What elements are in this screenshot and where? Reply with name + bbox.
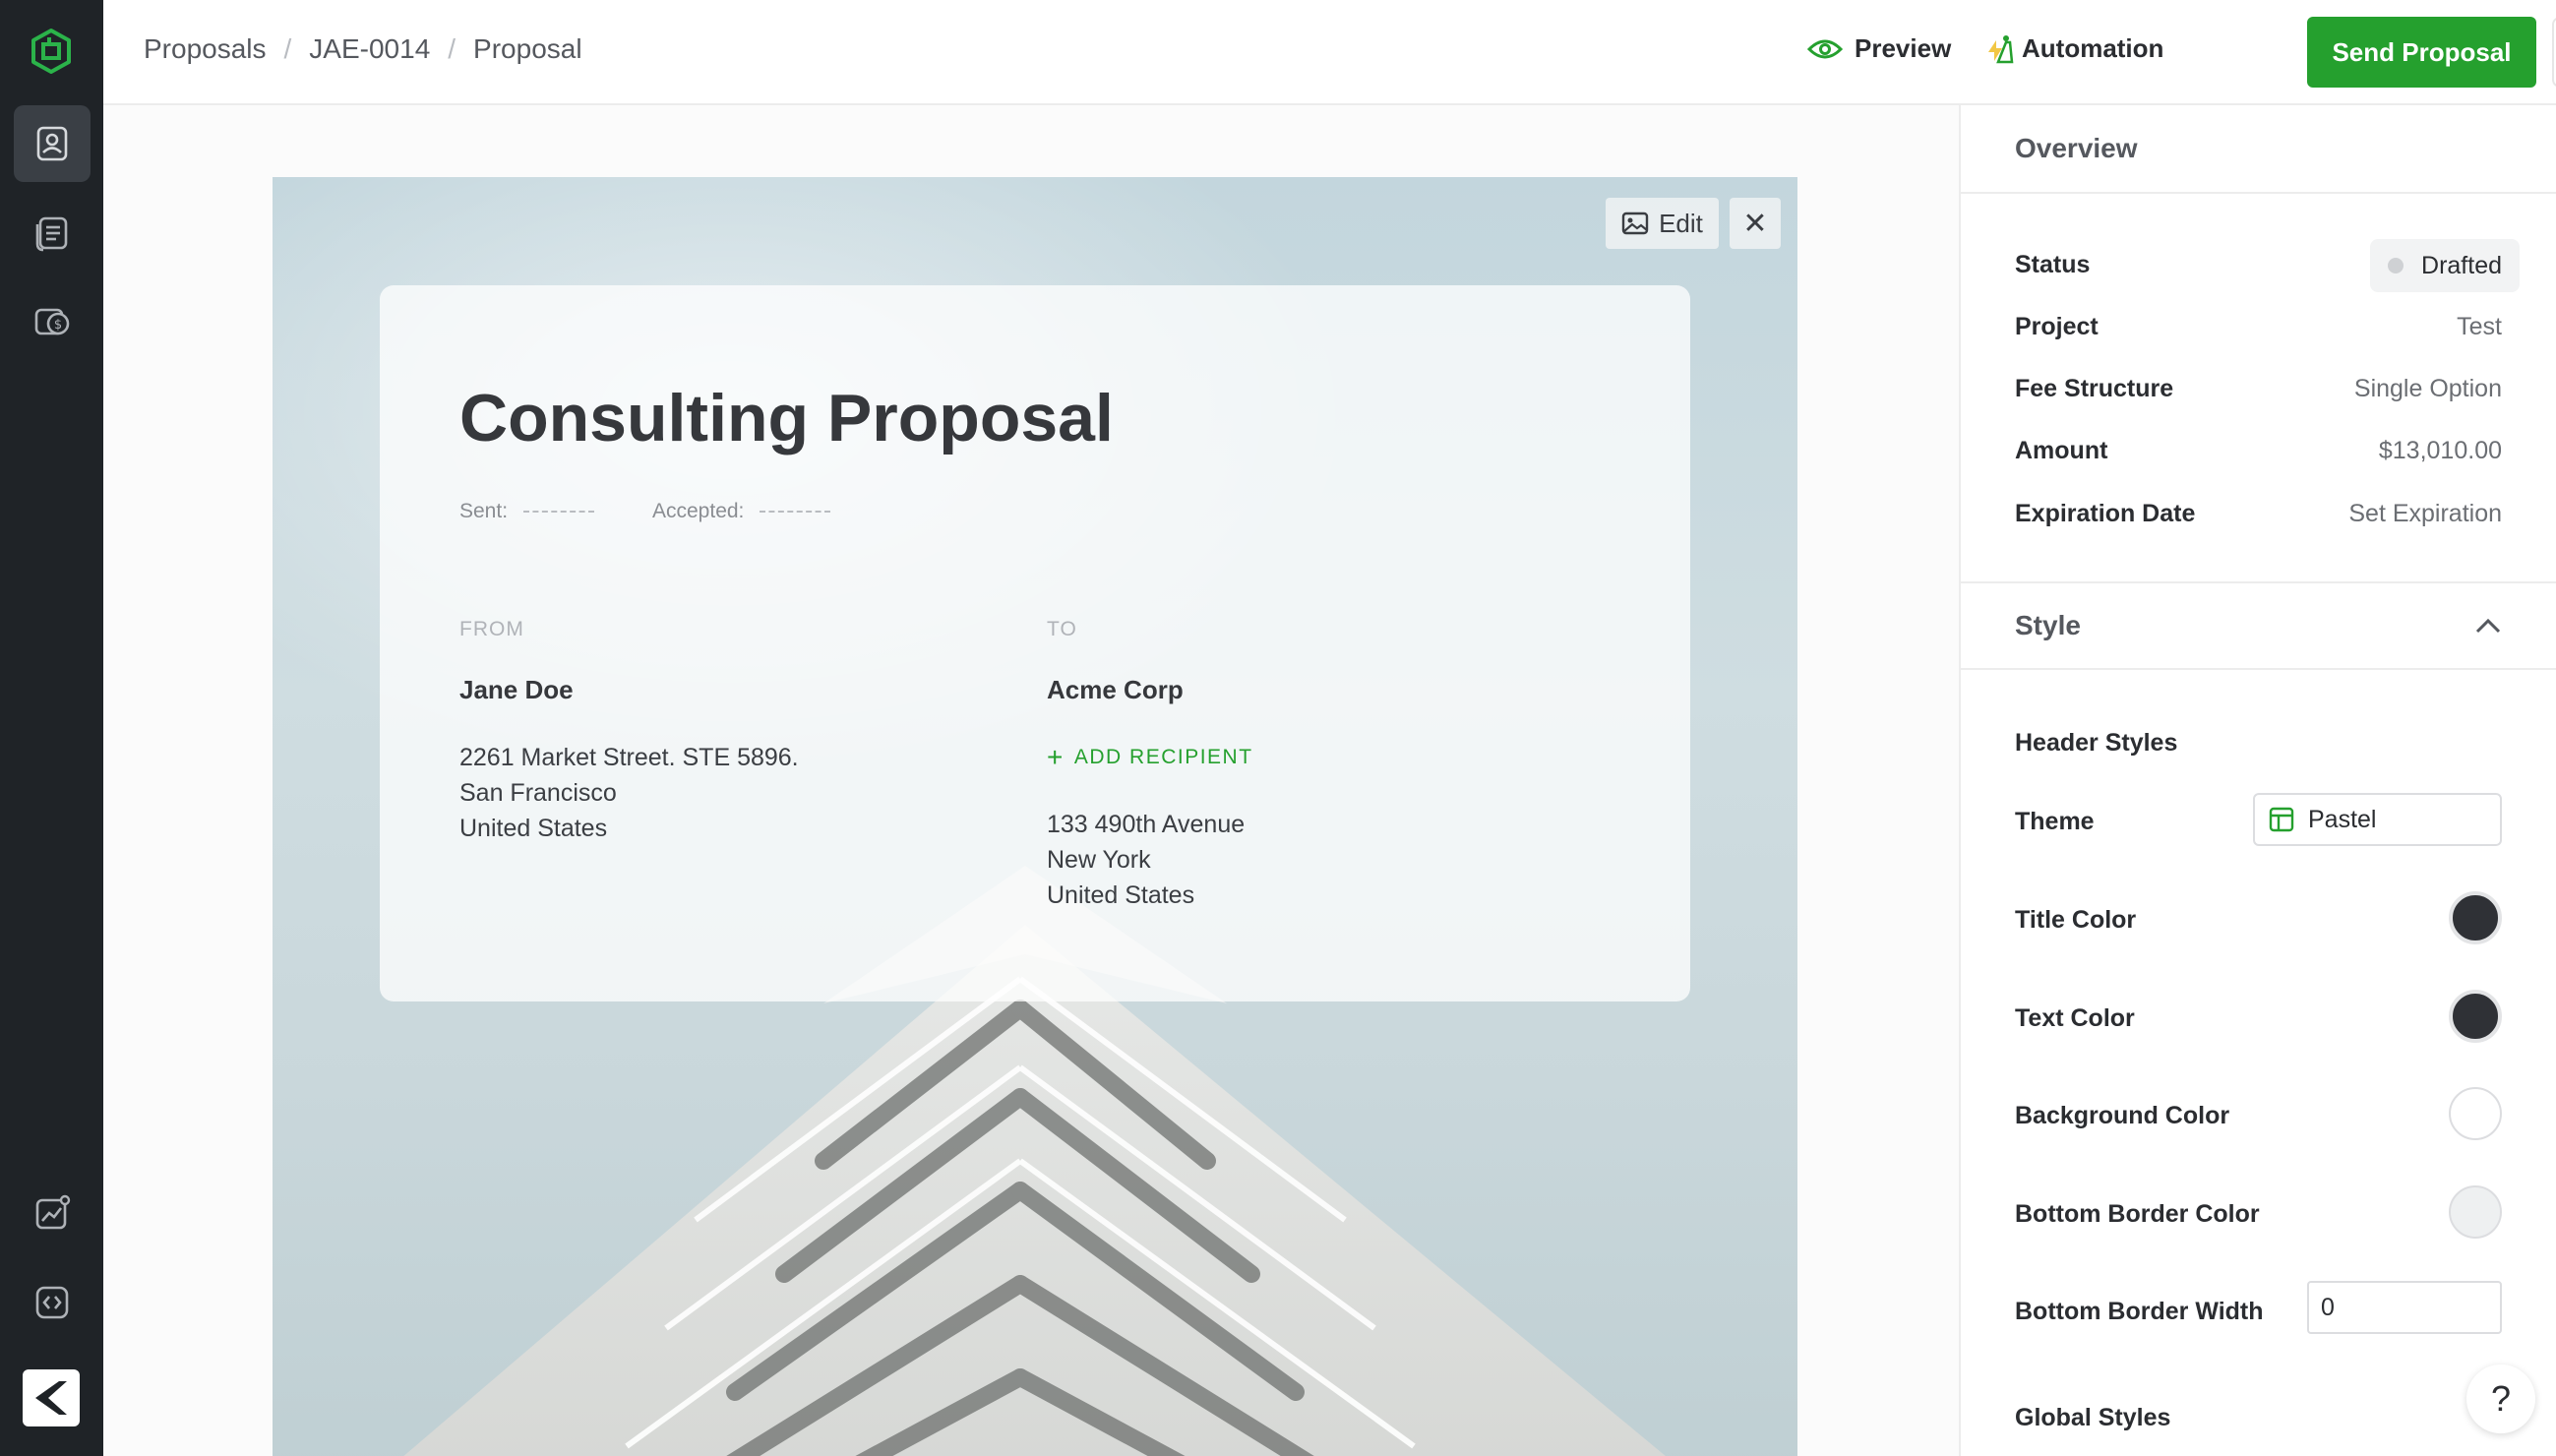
sender-address: 2261 Market Street. STE 5896. San Franci… (459, 740, 799, 846)
from-label: FROM (459, 618, 524, 640)
proposal-canvas: Edit ✕ Consulting Proposal Sent: Accepte… (103, 105, 1959, 1456)
bottom-border-color-swatch[interactable] (2449, 1185, 2502, 1239)
status-value: Drafted (2421, 251, 2502, 279)
add-recipient-button[interactable]: + ADD RECIPIENT (1047, 742, 1253, 773)
sender-address-line1: 2261 Market Street. STE 5896. (459, 744, 799, 771)
analytics-nav-icon[interactable] (14, 1175, 91, 1251)
title-color-swatch[interactable] (2449, 891, 2502, 944)
sent-date-placeholder (523, 511, 595, 513)
layout-icon (2269, 807, 2294, 832)
to-label: TO (1047, 618, 1077, 640)
set-expiration-link[interactable]: Set Expiration (2348, 500, 2502, 528)
contacts-nav-icon[interactable] (14, 105, 91, 182)
chevron-up-icon[interactable] (2474, 617, 2502, 635)
status-badge: Drafted (2370, 239, 2520, 292)
divider (1961, 192, 2556, 194)
theme-value: Pastel (2308, 805, 2377, 833)
status-label: Status (2015, 251, 2091, 278)
status-dot-icon (2388, 258, 2404, 273)
app-logo-icon[interactable] (28, 28, 75, 75)
preview-label: Preview (1855, 33, 1952, 63)
fee-structure-value[interactable]: Single Option (2354, 375, 2502, 403)
breadcrumb-current: Proposal (473, 33, 582, 64)
sent-label: Sent: (459, 500, 509, 522)
accepted-date: Accepted: (652, 500, 831, 523)
more-options-button[interactable]: ••• (2552, 17, 2556, 88)
proposal-header-section: Edit ✕ Consulting Proposal Sent: Accepte… (273, 177, 1797, 1456)
documents-nav-icon[interactable] (14, 195, 91, 272)
sender-name: Jane Doe (459, 675, 574, 704)
brand-k-logo-icon[interactable] (23, 1369, 80, 1426)
header-styles-label: Header Styles (2015, 729, 2178, 757)
image-icon (1621, 212, 1649, 235)
recipient-address-line3: United States (1047, 881, 1195, 909)
style-heading[interactable]: Style (2015, 610, 2081, 641)
sender-address-line2: San Francisco (459, 779, 617, 807)
theme-label: Theme (2015, 808, 2095, 835)
recipient-address-line1: 133 490th Avenue (1047, 811, 1246, 838)
breadcrumb: Proposals / JAE-0014 / Proposal (144, 33, 582, 65)
bottom-border-width-input[interactable]: 0 (2307, 1281, 2502, 1334)
sent-date: Sent: (459, 500, 595, 523)
left-sidebar: $ (0, 0, 103, 1456)
breadcrumb-separator: / (448, 33, 456, 64)
close-icon: ✕ (1742, 207, 1768, 240)
amount-label: Amount (2015, 437, 2108, 464)
expiration-date-label: Expiration Date (2015, 500, 2196, 527)
eye-icon (1807, 39, 1843, 58)
help-button[interactable]: ? (2466, 1365, 2535, 1433)
bottom-border-color-label: Bottom Border Color (2015, 1200, 2260, 1228)
accepted-label: Accepted: (652, 500, 745, 522)
breadcrumb-proposal-id[interactable]: JAE-0014 (309, 33, 430, 65)
recipient-address: 133 490th Avenue New York United States (1047, 807, 1245, 913)
svg-text:$: $ (54, 318, 62, 333)
divider (1961, 581, 2556, 583)
automation-button[interactable]: Automation (1984, 33, 2163, 64)
top-bar: Proposals / JAE-0014 / Proposal Preview … (103, 0, 2556, 105)
proposal-info-card: Consulting Proposal Sent: Accepted: FROM… (380, 285, 1690, 1001)
global-styles-label: Global Styles (2015, 1404, 2171, 1431)
send-proposal-button[interactable]: Send Proposal (2307, 17, 2536, 88)
background-color-swatch[interactable] (2449, 1087, 2502, 1140)
text-color-label: Text Color (2015, 1004, 2135, 1032)
remove-header-image-button[interactable]: ✕ (1730, 198, 1781, 249)
divider (1961, 668, 2556, 670)
background-color-label: Background Color (2015, 1102, 2230, 1129)
edit-label: Edit (1659, 208, 1703, 238)
text-color-swatch[interactable] (2449, 990, 2502, 1043)
recipient-name[interactable]: Acme Corp (1047, 675, 1184, 705)
theme-select[interactable]: Pastel (2253, 793, 2502, 846)
automation-icon (1988, 34, 2014, 63)
amount-value: $13,010.00 (2378, 437, 2502, 464)
automation-label: Automation (2022, 33, 2164, 63)
overview-heading: Overview (2015, 133, 2138, 163)
title-color-label: Title Color (2015, 906, 2137, 934)
preview-button[interactable]: Preview (1807, 33, 1951, 64)
fee-structure-label: Fee Structure (2015, 375, 2174, 402)
plus-icon: + (1047, 742, 1065, 772)
recipient-address-line2: New York (1047, 846, 1151, 874)
breadcrumb-separator: / (283, 33, 292, 64)
edit-header-image-button[interactable]: Edit (1606, 198, 1719, 249)
breadcrumb-proposals[interactable]: Proposals (144, 33, 267, 65)
accepted-date-placeholder (760, 511, 831, 513)
settings-panel: Overview Status Drafted Project Test Fee… (1959, 105, 2556, 1456)
sender-address-line3: United States (459, 815, 608, 842)
bottom-border-width-label: Bottom Border Width (2015, 1298, 2264, 1325)
billing-nav-icon[interactable]: $ (14, 283, 91, 360)
developer-nav-icon[interactable] (14, 1264, 91, 1341)
project-label: Project (2015, 313, 2099, 340)
proposal-title[interactable]: Consulting Proposal (459, 380, 1114, 456)
project-value[interactable]: Test (2457, 313, 2502, 341)
add-recipient-label: ADD RECIPIENT (1073, 746, 1253, 768)
